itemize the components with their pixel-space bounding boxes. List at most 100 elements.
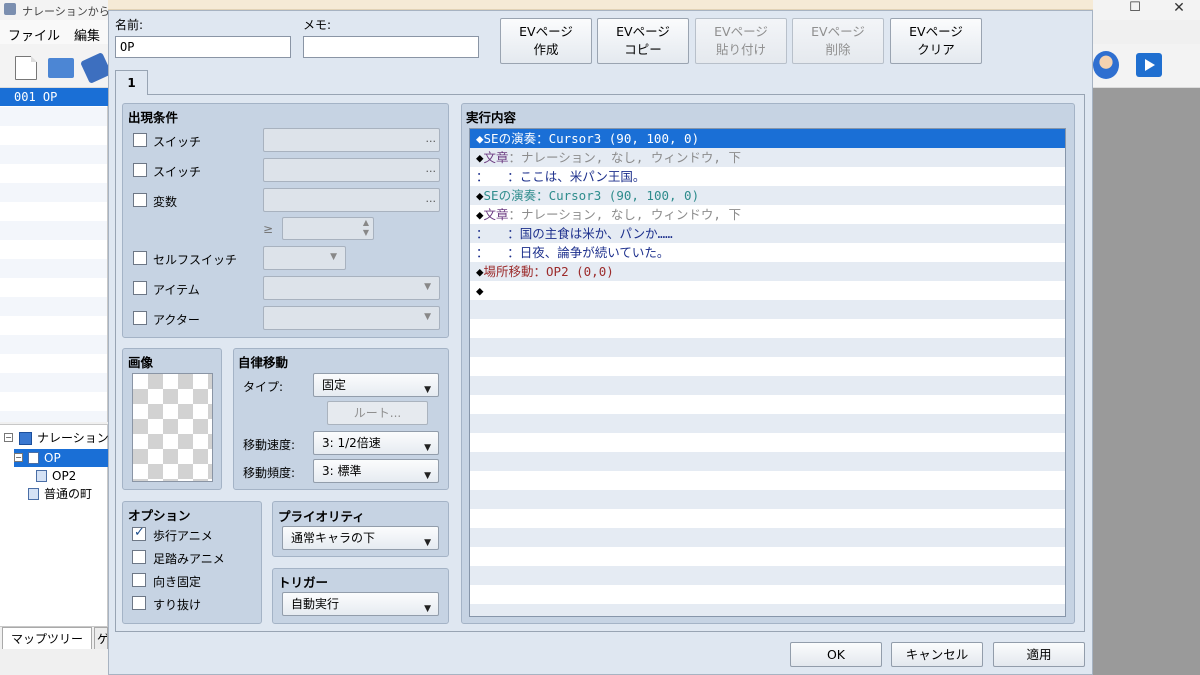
- step-anim-label: 足踏みアニメ: [153, 552, 225, 566]
- variable-selector[interactable]: ...: [263, 188, 440, 212]
- self-switch-dropdown[interactable]: ▼: [263, 246, 346, 270]
- chevron-down-icon: ▼: [424, 604, 431, 614]
- memo-input[interactable]: [303, 36, 479, 58]
- tree-item-root[interactable]: ナレーション: [37, 429, 109, 447]
- copy-page-button[interactable]: EVページ コピー: [597, 18, 689, 64]
- ok-button[interactable]: OK: [790, 642, 882, 667]
- direction-fix-checkbox[interactable]: [132, 573, 146, 587]
- event-name-input[interactable]: OP: [115, 36, 291, 58]
- walk-anim-checkbox[interactable]: [132, 525, 146, 541]
- event-image-preview[interactable]: [132, 373, 213, 482]
- character-generator-icon[interactable]: [1093, 51, 1119, 79]
- cancel-button[interactable]: キャンセル: [891, 642, 983, 667]
- command-row[interactable]: ： ：ここは、米パン王国。: [470, 167, 1065, 186]
- priority-title: プライオリティ: [278, 509, 365, 524]
- project-root-icon: [19, 432, 32, 445]
- map-canvas-area[interactable]: [1093, 88, 1200, 675]
- trigger-title: トリガー: [278, 575, 329, 590]
- name-label: 名前:: [115, 18, 144, 32]
- command-list[interactable]: ◆SEの演奏：Cursor3 (90, 100, 0) ◆文章：ナレーション, な…: [469, 128, 1066, 617]
- new-page-button[interactable]: EVページ 作成: [500, 18, 592, 64]
- tree-item-op[interactable]: OP: [44, 449, 61, 467]
- contents-title: 実行内容: [466, 110, 517, 125]
- options-title: オプション: [128, 508, 191, 523]
- variable-checkbox[interactable]: [133, 193, 147, 207]
- chevron-down-icon: ▼: [424, 538, 431, 548]
- map-icon: [28, 452, 39, 464]
- command-text: ：ナレーション, なし, ウィンドウ, 下: [508, 207, 741, 222]
- playtest-icon[interactable]: [1136, 53, 1162, 77]
- delete-page-button[interactable]: EVページ 削除: [792, 18, 884, 64]
- status-area: [0, 650, 108, 675]
- open-project-icon[interactable]: [48, 58, 74, 78]
- event-list[interactable]: [0, 88, 108, 422]
- move-speed-dropdown[interactable]: 3: 1/2倍速 ▼: [313, 431, 439, 455]
- command-text: ◆: [476, 264, 484, 279]
- priority-dropdown[interactable]: 通常キャラの下 ▼: [282, 526, 439, 550]
- switch1-checkbox[interactable]: [133, 133, 147, 147]
- conditions-title: 出現条件: [128, 110, 179, 125]
- item-checkbox[interactable]: [133, 281, 147, 295]
- item-dropdown[interactable]: ▼: [263, 276, 440, 300]
- command-row[interactable]: ： ：国の主食は米か、パンか……: [470, 224, 1065, 243]
- tree-item-op2[interactable]: OP2: [52, 467, 76, 485]
- self-switch-checkbox[interactable]: [133, 251, 147, 265]
- command-row[interactable]: ◆場所移動：OP2 (0,0): [470, 262, 1065, 281]
- actor-checkbox[interactable]: [133, 311, 147, 325]
- switch2-checkbox[interactable]: [133, 163, 147, 177]
- through-checkbox[interactable]: [132, 596, 146, 610]
- variable-label: 変数: [153, 195, 178, 209]
- maximize-icon[interactable]: ☐: [1128, 1, 1142, 15]
- switch1-label: スイッチ: [153, 135, 202, 149]
- app-icon: [4, 3, 16, 15]
- chevron-down-icon: ▼: [424, 385, 431, 395]
- spin-up-icon[interactable]: ▲: [363, 218, 369, 228]
- close-icon[interactable]: ✕: [1172, 1, 1186, 15]
- move-route-button[interactable]: ルート...: [327, 401, 428, 425]
- apply-button[interactable]: 適用: [993, 642, 1085, 667]
- move-type-dropdown[interactable]: 固定 ▼: [313, 373, 439, 397]
- command-row[interactable]: ◆文章：ナレーション, なし, ウィンドウ, 下: [470, 148, 1065, 167]
- tree-collapse-icon[interactable]: −: [4, 433, 13, 442]
- switch2-selector[interactable]: ...: [263, 158, 440, 182]
- command-row[interactable]: ◆SEの演奏：Cursor3 (90, 100, 0): [470, 129, 1065, 148]
- tree-collapse-icon[interactable]: −: [14, 453, 23, 462]
- move-frequency-dropdown[interactable]: 3: 標準 ▼: [313, 459, 439, 483]
- autonomous-movement-title: 自律移動: [238, 355, 289, 370]
- menu-file[interactable]: ファイル: [8, 25, 60, 44]
- command-text: 文章: [483, 150, 509, 165]
- move-type-label: タイプ:: [243, 380, 284, 394]
- trigger-dropdown[interactable]: 自動実行 ▼: [282, 592, 439, 616]
- map-icon: [28, 488, 39, 500]
- command-text: 場所移動：OP2 (0,0): [483, 264, 614, 279]
- new-project-icon[interactable]: [15, 56, 37, 80]
- memo-label: メモ:: [303, 18, 332, 32]
- step-anim-checkbox[interactable]: [132, 550, 146, 564]
- command-row[interactable]: ： ：日夜、論争が続いていた。: [470, 243, 1065, 262]
- event-list-item-selected[interactable]: 001 OP: [0, 88, 108, 106]
- command-row[interactable]: ◆: [470, 281, 1065, 300]
- tab-map-tree[interactable]: マップツリー: [2, 627, 92, 649]
- move-speed-label: 移動速度:: [243, 438, 296, 452]
- ellipsis-icon: ...: [425, 162, 437, 175]
- command-row[interactable]: ◆SEの演奏：Cursor3 (90, 100, 0): [470, 186, 1065, 205]
- switch1-selector[interactable]: ...: [263, 128, 440, 152]
- clear-page-button[interactable]: EVページ クリア: [890, 18, 982, 64]
- walk-anim-label: 歩行アニメ: [153, 529, 213, 543]
- tab-game-objects[interactable]: ゲ: [94, 627, 108, 649]
- tree-item-town[interactable]: 普通の町: [44, 485, 92, 503]
- spin-down-icon[interactable]: ▼: [363, 228, 369, 238]
- command-text: ◆: [476, 188, 484, 203]
- chevron-down-icon: ▼: [424, 471, 431, 481]
- command-text: ◆: [476, 283, 484, 298]
- command-row[interactable]: ◆文章：ナレーション, なし, ウィンドウ, 下: [470, 205, 1065, 224]
- chevron-down-icon: ▼: [330, 252, 337, 262]
- command-text: ◆: [476, 207, 484, 222]
- actor-label: アクター: [153, 313, 200, 327]
- paste-page-button[interactable]: EVページ 貼り付け: [695, 18, 787, 64]
- menu-edit[interactable]: 編集: [74, 25, 100, 44]
- actor-dropdown[interactable]: ▼: [263, 306, 440, 330]
- variable-value-spinner[interactable]: ▲ ▼: [282, 217, 374, 240]
- tab-page-1[interactable]: 1: [115, 70, 148, 95]
- map-icon: [36, 470, 47, 482]
